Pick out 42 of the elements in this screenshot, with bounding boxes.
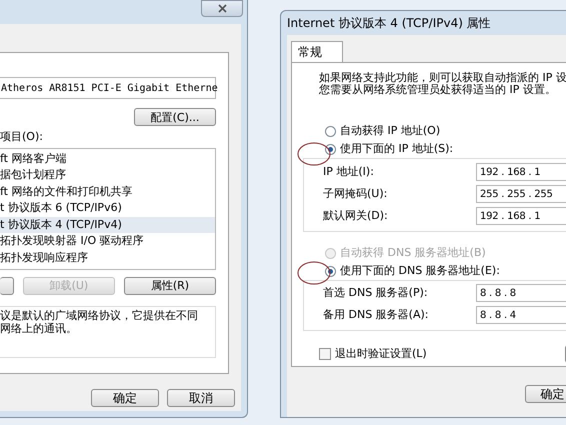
radio-label: 使用下面的 IP 地址(S):: [340, 140, 454, 157]
field-label: 默认网关(D):: [322, 208, 389, 224]
dialog-button[interactable]: 确定: [91, 389, 159, 407]
checkbox[interactable]: [319, 348, 331, 360]
address-field[interactable]: 8 . 8 . 4: [476, 306, 566, 324]
adapter-field: Atheros AR8151 PCI-E Gigabit Etherne: [0, 77, 216, 99]
annotation-ellipse: [297, 142, 331, 166]
radio-label: 自动获得 IP 地址(O): [340, 122, 440, 139]
address-field[interactable]: 255 . 255 . 255: [476, 185, 566, 203]
field-label: 备用 DNS 服务器(A):: [322, 306, 430, 323]
address-field[interactable]: 192 . 168 . 1: [476, 207, 566, 225]
checkbox-label: 退出时验证设置(L): [335, 346, 427, 362]
address-field[interactable]: 8 . 8 . 8: [476, 284, 566, 302]
configure-button[interactable]: 配置(C)...: [134, 108, 216, 126]
window-title: Internet 协议版本 4 (TCP/IPv4) 属性: [287, 15, 492, 32]
field-label: IP 地址(I):: [322, 164, 375, 180]
radio-label: 自动获得 DNS 服务器地址(B): [340, 244, 486, 261]
list-item[interactable]: 拓扑发现响应程序: [0, 250, 215, 266]
address-field[interactable]: 192 . 168 . 1: [476, 163, 566, 181]
items-label: 项目(O):: [0, 129, 44, 145]
dialog-button[interactable]: 取消: [167, 389, 235, 407]
list-item[interactable]: 据包计划程序: [0, 167, 215, 184]
list-item[interactable]: t 协议版本 4 (TCP/IPv4): [0, 216, 215, 233]
list-action-button[interactable]: 属性(R): [124, 276, 216, 294]
list-item[interactable]: ft 网络的文件和打印机共享: [0, 184, 215, 200]
description-text: 议是默认的广域网络协议，它提供在不同: [0, 308, 199, 322]
install-button[interactable]: [0, 276, 14, 294]
close-icon: [218, 4, 226, 13]
radio-button[interactable]: [325, 126, 336, 136]
field-label: 首选 DNS 服务器(P):: [322, 284, 429, 301]
description-text: 网络上的通讯。: [0, 322, 78, 334]
list-item[interactable]: t 协议版本 6 (TCP/IPv6): [0, 200, 215, 216]
radio-button[interactable]: [325, 144, 336, 154]
dialog-button[interactable]: 确定: [525, 385, 566, 403]
radio-label: 使用下面的 DNS 服务器地址(E):: [340, 262, 500, 279]
annotation-ellipse: [297, 261, 331, 285]
intro-text: 您需要从网络系统管理员处获得适当的 IP 设置。: [319, 84, 557, 96]
list-item[interactable]: ft 网络客户端: [0, 150, 215, 167]
list-item[interactable]: 拓扑发现映射器 I/O 驱动程序: [0, 233, 215, 250]
tab[interactable]: 常规: [291, 41, 343, 62]
close-button[interactable]: [201, 0, 243, 17]
field-label: 子网掩码(U):: [322, 186, 388, 202]
